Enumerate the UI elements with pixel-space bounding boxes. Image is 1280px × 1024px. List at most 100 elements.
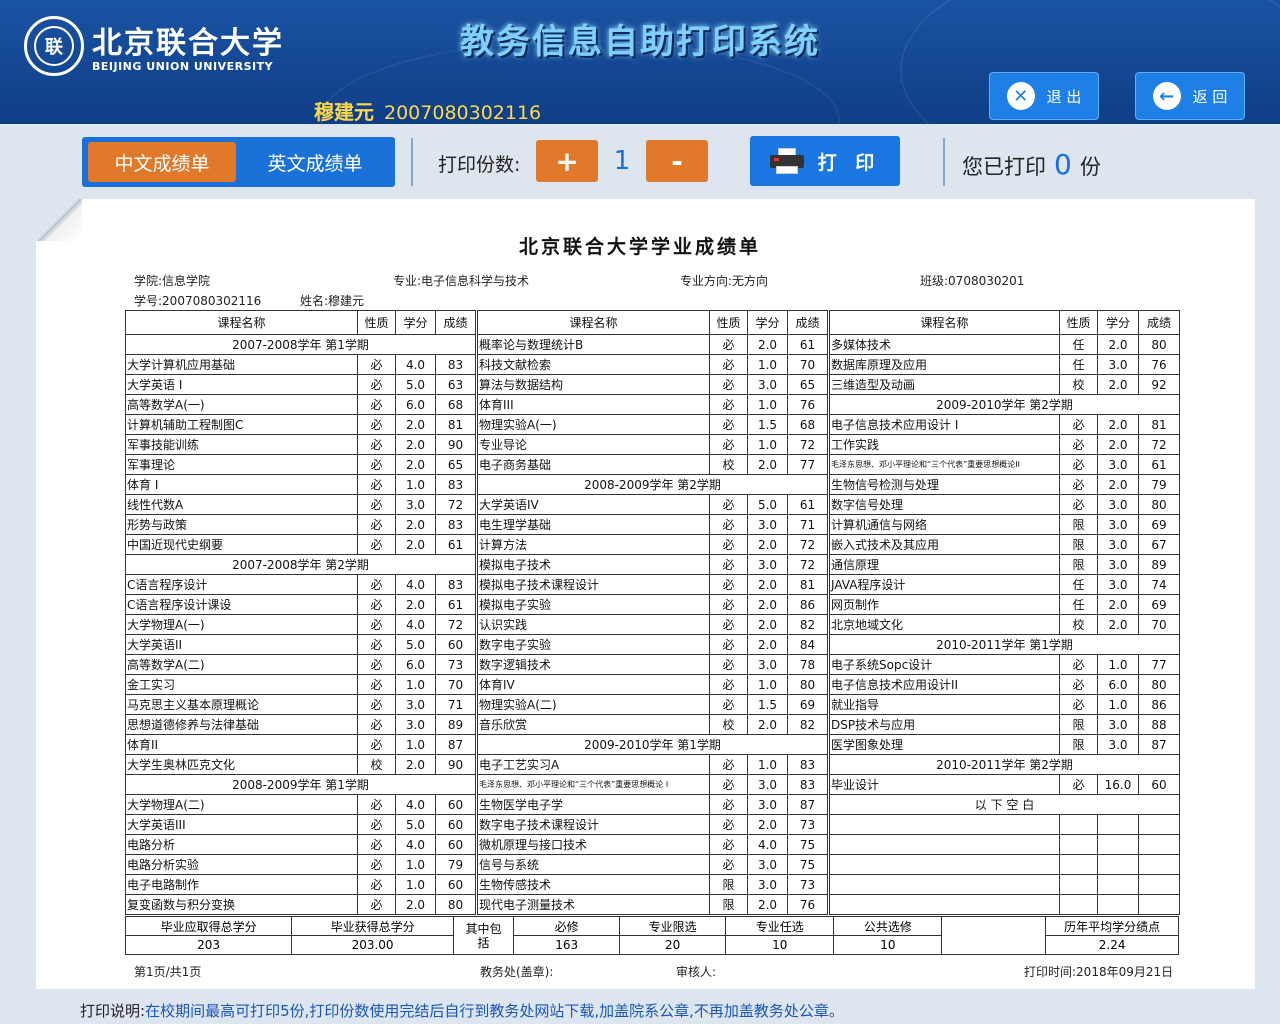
major-info: 专业:电子信息科学与技术	[393, 274, 530, 288]
printed-prefix: 您已打印	[962, 155, 1046, 179]
gpa-value: 2.24	[1045, 935, 1179, 955]
course-credit: 3.0	[1097, 554, 1139, 575]
course-type: 必	[709, 514, 748, 535]
course-score: 61	[1138, 454, 1180, 475]
course-row: 专业导论必 1.0 72	[477, 434, 828, 455]
course-score: 79	[1138, 474, 1180, 495]
course-type: 必	[357, 594, 396, 615]
course-type: 校	[357, 754, 396, 775]
course-name: 医学图象处理	[829, 734, 1060, 755]
course-type: 限	[1059, 534, 1098, 555]
print-button[interactable]: 打 印	[750, 136, 900, 186]
course-type: 必	[709, 794, 748, 815]
gonggong-value: 10	[833, 935, 943, 955]
course-type: 必	[357, 534, 396, 555]
decrease-copies-button[interactable]: -	[646, 140, 708, 182]
exit-button[interactable]: ✕ 退 出	[989, 72, 1099, 120]
course-type: 必	[357, 454, 396, 475]
course-credit: 4.0	[395, 834, 436, 855]
course-score: 77	[787, 454, 828, 475]
increase-copies-button[interactable]: +	[536, 140, 598, 182]
col-header-score: 成绩	[787, 310, 828, 335]
col-header-course: 课程名称	[829, 310, 1060, 335]
course-row: 三维造型及动画校 2.0 92	[829, 374, 1180, 395]
divider	[411, 138, 413, 186]
required-credits-label: 毕业应取得总学分	[124, 916, 293, 936]
course-row: 体育 I 必 1.0 83	[125, 474, 476, 495]
course-name: 大学生奥林匹克文化	[125, 754, 358, 775]
term-label: 2008-2009学年 第1学期	[125, 774, 476, 795]
course-type: 必	[709, 854, 748, 875]
copies-label: 打印份数:	[438, 154, 521, 176]
course-type: 必	[1059, 774, 1098, 795]
course-row: 物理实验A(二) 必 1.5 69	[477, 694, 828, 715]
course-score: 60	[435, 834, 476, 855]
course-credit: 1.5	[747, 414, 788, 435]
course-score	[1138, 814, 1180, 835]
course-type: 必	[357, 494, 396, 515]
course-credit: 5.0	[395, 374, 436, 395]
course-score: 63	[435, 374, 476, 395]
course-type: 必	[357, 414, 396, 435]
course-name: 金工实习	[125, 674, 358, 695]
course-score: 74	[1138, 574, 1180, 595]
course-score: 72	[787, 434, 828, 455]
course-score: 68	[787, 414, 828, 435]
course-type: 必	[709, 694, 748, 715]
course-name: 数字信号处理	[829, 494, 1060, 515]
course-name: 音乐欣赏	[477, 714, 710, 735]
course-score: 76	[1138, 354, 1180, 375]
print-button-label: 打 印	[817, 151, 881, 174]
required-credits-value: 203	[124, 935, 293, 955]
bixiu-value: 163	[513, 935, 621, 955]
course-type: 必	[709, 334, 748, 355]
grades-table-1: 课程名称 性质 学分 成绩 2007-2008学年 第1学期 大学计算机应用基础必…	[125, 310, 476, 915]
course-type: 必	[709, 594, 748, 615]
course-name: 形势与政策	[125, 514, 358, 535]
course-row: 通信原理限 3.0 89	[829, 554, 1180, 575]
course-row: 军事技能训练必 2.0 90	[125, 434, 476, 455]
course-credit: 4.0	[395, 614, 436, 635]
course-credit: 2.0	[747, 614, 788, 635]
term-row: 以 下 空 白	[829, 794, 1180, 815]
course-credit: 6.0	[1097, 674, 1139, 695]
course-name: 电子工艺实习A	[477, 754, 710, 775]
course-score: 72	[1138, 434, 1180, 455]
grades-table-3: 课程名称 性质 学分 成绩 多媒体技术任 2.0 80 数据库原理及应用任 3.0 76 三…	[829, 310, 1180, 915]
zhuanye-xian-label: 专业限选	[619, 916, 727, 936]
course-type: 必	[357, 374, 396, 395]
course-score: 61	[435, 594, 476, 615]
tab-chinese-transcript[interactable]: 中文成绩单	[88, 142, 236, 182]
course-credit: 3.0	[1097, 714, 1139, 735]
arrow-left-icon: ←	[1152, 82, 1181, 110]
course-type: 必	[357, 514, 396, 535]
tab-english-transcript[interactable]: 英文成绩单	[240, 142, 390, 182]
course-score: 84	[787, 634, 828, 655]
course-row: 电子信息技术应用设计 I 必 2.0 81	[829, 414, 1180, 435]
course-credit: 4.0	[395, 574, 436, 595]
course-name: 电子信息技术应用设计 I	[829, 414, 1060, 435]
back-button[interactable]: ← 返 回	[1135, 72, 1245, 120]
course-type: 必	[709, 574, 748, 595]
course-type: 必	[709, 674, 748, 695]
course-score: 87	[435, 734, 476, 755]
course-row: 体育II 必 1.0 87	[125, 734, 476, 755]
course-type	[1059, 834, 1098, 855]
course-score: 72	[435, 494, 476, 515]
course-score: 86	[1138, 694, 1180, 715]
course-type	[1059, 874, 1098, 895]
course-row: 认识实践必 2.0 82	[477, 614, 828, 635]
printed-count: 0	[1054, 148, 1072, 181]
course-score	[1138, 854, 1180, 875]
course-name: 中国近现代史纲要	[125, 534, 358, 555]
course-name: 物理实验A(一)	[477, 414, 710, 435]
zhuanye-ren-value: 10	[725, 935, 835, 955]
course-credit	[1097, 894, 1139, 915]
zhuanye-xian-value: 20	[619, 935, 727, 955]
course-row: 复变函数与积分变换必 2.0 80	[125, 894, 476, 915]
course-name: 电子系统Sopc设计	[829, 654, 1060, 675]
course-name: 复变函数与积分变换	[125, 894, 358, 915]
course-name: 模拟电子技术课程设计	[477, 574, 710, 595]
course-row: C语言程序设计必 4.0 83	[125, 574, 476, 595]
course-score: 78	[787, 654, 828, 675]
